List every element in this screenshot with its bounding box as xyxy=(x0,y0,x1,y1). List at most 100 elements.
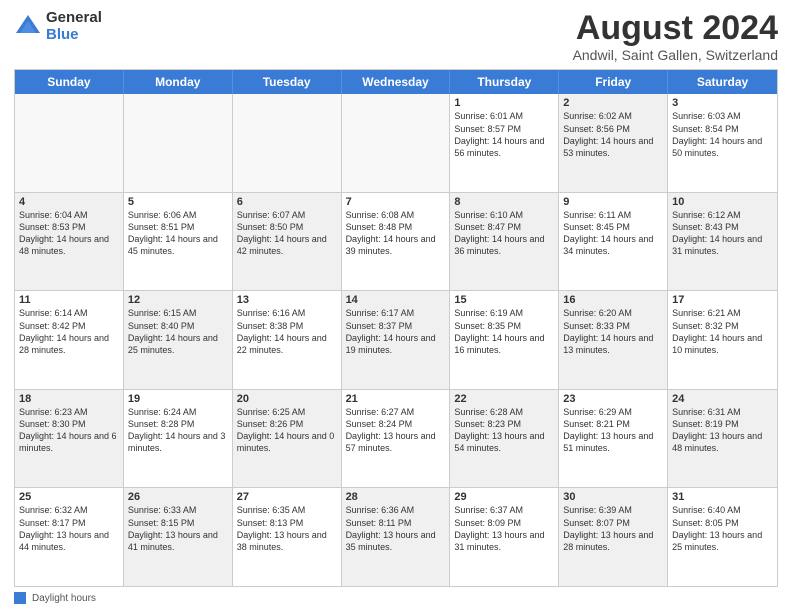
title-area: August 2024 Andwil, Saint Gallen, Switze… xyxy=(573,10,778,63)
calendar-cell: 11Sunrise: 6:14 AM Sunset: 8:42 PM Dayli… xyxy=(15,291,124,389)
calendar-cell: 18Sunrise: 6:23 AM Sunset: 8:30 PM Dayli… xyxy=(15,390,124,488)
header: General Blue August 2024 Andwil, Saint G… xyxy=(14,10,778,63)
day-number: 11 xyxy=(19,294,119,306)
legend-label: Daylight hours xyxy=(32,593,96,604)
calendar-cell: 31Sunrise: 6:40 AM Sunset: 8:05 PM Dayli… xyxy=(668,488,777,586)
calendar-cell: 21Sunrise: 6:27 AM Sunset: 8:24 PM Dayli… xyxy=(342,390,451,488)
day-info: Sunrise: 6:17 AM Sunset: 8:37 PM Dayligh… xyxy=(346,307,446,356)
day-info: Sunrise: 6:16 AM Sunset: 8:38 PM Dayligh… xyxy=(237,307,337,356)
day-info: Sunrise: 6:24 AM Sunset: 8:28 PM Dayligh… xyxy=(128,406,228,455)
day-number: 14 xyxy=(346,294,446,306)
day-number: 16 xyxy=(563,294,663,306)
cal-header-day: Wednesday xyxy=(342,70,451,94)
day-number: 1 xyxy=(454,97,554,109)
day-info: Sunrise: 6:01 AM Sunset: 8:57 PM Dayligh… xyxy=(454,110,554,159)
day-number: 6 xyxy=(237,196,337,208)
day-number: 24 xyxy=(672,393,773,405)
calendar-row: 4Sunrise: 6:04 AM Sunset: 8:53 PM Daylig… xyxy=(15,192,777,291)
day-info: Sunrise: 6:32 AM Sunset: 8:17 PM Dayligh… xyxy=(19,504,119,553)
calendar-cell xyxy=(15,94,124,192)
logo-general: General xyxy=(46,10,102,27)
day-number: 23 xyxy=(563,393,663,405)
cal-header-day: Saturday xyxy=(668,70,777,94)
day-number: 5 xyxy=(128,196,228,208)
calendar-cell: 25Sunrise: 6:32 AM Sunset: 8:17 PM Dayli… xyxy=(15,488,124,586)
calendar-body: 1Sunrise: 6:01 AM Sunset: 8:57 PM Daylig… xyxy=(15,94,777,586)
calendar-cell: 16Sunrise: 6:20 AM Sunset: 8:33 PM Dayli… xyxy=(559,291,668,389)
calendar-cell xyxy=(342,94,451,192)
day-info: Sunrise: 6:03 AM Sunset: 8:54 PM Dayligh… xyxy=(672,110,773,159)
footer: Daylight hours xyxy=(14,592,778,604)
day-number: 31 xyxy=(672,491,773,503)
day-number: 18 xyxy=(19,393,119,405)
calendar-cell: 12Sunrise: 6:15 AM Sunset: 8:40 PM Dayli… xyxy=(124,291,233,389)
day-info: Sunrise: 6:40 AM Sunset: 8:05 PM Dayligh… xyxy=(672,504,773,553)
calendar-cell: 14Sunrise: 6:17 AM Sunset: 8:37 PM Dayli… xyxy=(342,291,451,389)
calendar-cell: 27Sunrise: 6:35 AM Sunset: 8:13 PM Dayli… xyxy=(233,488,342,586)
day-info: Sunrise: 6:11 AM Sunset: 8:45 PM Dayligh… xyxy=(563,209,663,258)
cal-header-day: Thursday xyxy=(450,70,559,94)
calendar-cell: 8Sunrise: 6:10 AM Sunset: 8:47 PM Daylig… xyxy=(450,193,559,291)
calendar-cell: 4Sunrise: 6:04 AM Sunset: 8:53 PM Daylig… xyxy=(15,193,124,291)
day-number: 20 xyxy=(237,393,337,405)
day-info: Sunrise: 6:28 AM Sunset: 8:23 PM Dayligh… xyxy=(454,406,554,455)
day-info: Sunrise: 6:25 AM Sunset: 8:26 PM Dayligh… xyxy=(237,406,337,455)
day-number: 21 xyxy=(346,393,446,405)
calendar-cell: 7Sunrise: 6:08 AM Sunset: 8:48 PM Daylig… xyxy=(342,193,451,291)
cal-header-day: Tuesday xyxy=(233,70,342,94)
day-info: Sunrise: 6:02 AM Sunset: 8:56 PM Dayligh… xyxy=(563,110,663,159)
day-number: 15 xyxy=(454,294,554,306)
day-info: Sunrise: 6:21 AM Sunset: 8:32 PM Dayligh… xyxy=(672,307,773,356)
calendar-cell: 30Sunrise: 6:39 AM Sunset: 8:07 PM Dayli… xyxy=(559,488,668,586)
month-title: August 2024 xyxy=(573,10,778,47)
logo-text: General Blue xyxy=(46,10,102,43)
day-number: 26 xyxy=(128,491,228,503)
calendar-cell: 28Sunrise: 6:36 AM Sunset: 8:11 PM Dayli… xyxy=(342,488,451,586)
day-number: 10 xyxy=(672,196,773,208)
day-info: Sunrise: 6:23 AM Sunset: 8:30 PM Dayligh… xyxy=(19,406,119,455)
calendar-cell: 1Sunrise: 6:01 AM Sunset: 8:57 PM Daylig… xyxy=(450,94,559,192)
day-info: Sunrise: 6:12 AM Sunset: 8:43 PM Dayligh… xyxy=(672,209,773,258)
calendar-cell xyxy=(124,94,233,192)
day-number: 25 xyxy=(19,491,119,503)
day-info: Sunrise: 6:27 AM Sunset: 8:24 PM Dayligh… xyxy=(346,406,446,455)
day-number: 27 xyxy=(237,491,337,503)
day-info: Sunrise: 6:20 AM Sunset: 8:33 PM Dayligh… xyxy=(563,307,663,356)
calendar-cell: 17Sunrise: 6:21 AM Sunset: 8:32 PM Dayli… xyxy=(668,291,777,389)
day-number: 19 xyxy=(128,393,228,405)
day-info: Sunrise: 6:08 AM Sunset: 8:48 PM Dayligh… xyxy=(346,209,446,258)
cal-header-day: Friday xyxy=(559,70,668,94)
logo-icon xyxy=(14,13,42,41)
calendar-cell: 23Sunrise: 6:29 AM Sunset: 8:21 PM Dayli… xyxy=(559,390,668,488)
day-number: 4 xyxy=(19,196,119,208)
calendar-cell: 15Sunrise: 6:19 AM Sunset: 8:35 PM Dayli… xyxy=(450,291,559,389)
day-info: Sunrise: 6:36 AM Sunset: 8:11 PM Dayligh… xyxy=(346,504,446,553)
calendar-row: 11Sunrise: 6:14 AM Sunset: 8:42 PM Dayli… xyxy=(15,290,777,389)
day-number: 30 xyxy=(563,491,663,503)
calendar-cell: 19Sunrise: 6:24 AM Sunset: 8:28 PM Dayli… xyxy=(124,390,233,488)
calendar-cell: 6Sunrise: 6:07 AM Sunset: 8:50 PM Daylig… xyxy=(233,193,342,291)
logo-blue: Blue xyxy=(46,27,102,44)
calendar-cell: 10Sunrise: 6:12 AM Sunset: 8:43 PM Dayli… xyxy=(668,193,777,291)
day-number: 12 xyxy=(128,294,228,306)
calendar-cell: 20Sunrise: 6:25 AM Sunset: 8:26 PM Dayli… xyxy=(233,390,342,488)
calendar-cell: 24Sunrise: 6:31 AM Sunset: 8:19 PM Dayli… xyxy=(668,390,777,488)
calendar-cell: 26Sunrise: 6:33 AM Sunset: 8:15 PM Dayli… xyxy=(124,488,233,586)
day-number: 2 xyxy=(563,97,663,109)
day-number: 9 xyxy=(563,196,663,208)
calendar-row: 25Sunrise: 6:32 AM Sunset: 8:17 PM Dayli… xyxy=(15,487,777,586)
day-number: 29 xyxy=(454,491,554,503)
day-info: Sunrise: 6:39 AM Sunset: 8:07 PM Dayligh… xyxy=(563,504,663,553)
legend-box xyxy=(14,592,26,604)
day-info: Sunrise: 6:14 AM Sunset: 8:42 PM Dayligh… xyxy=(19,307,119,356)
day-info: Sunrise: 6:19 AM Sunset: 8:35 PM Dayligh… xyxy=(454,307,554,356)
calendar-row: 1Sunrise: 6:01 AM Sunset: 8:57 PM Daylig… xyxy=(15,94,777,192)
day-info: Sunrise: 6:29 AM Sunset: 8:21 PM Dayligh… xyxy=(563,406,663,455)
day-number: 17 xyxy=(672,294,773,306)
calendar-cell: 3Sunrise: 6:03 AM Sunset: 8:54 PM Daylig… xyxy=(668,94,777,192)
cal-header-day: Monday xyxy=(124,70,233,94)
calendar-header: SundayMondayTuesdayWednesdayThursdayFrid… xyxy=(15,70,777,94)
logo: General Blue xyxy=(14,10,102,43)
page: General Blue August 2024 Andwil, Saint G… xyxy=(0,0,792,612)
day-info: Sunrise: 6:31 AM Sunset: 8:19 PM Dayligh… xyxy=(672,406,773,455)
